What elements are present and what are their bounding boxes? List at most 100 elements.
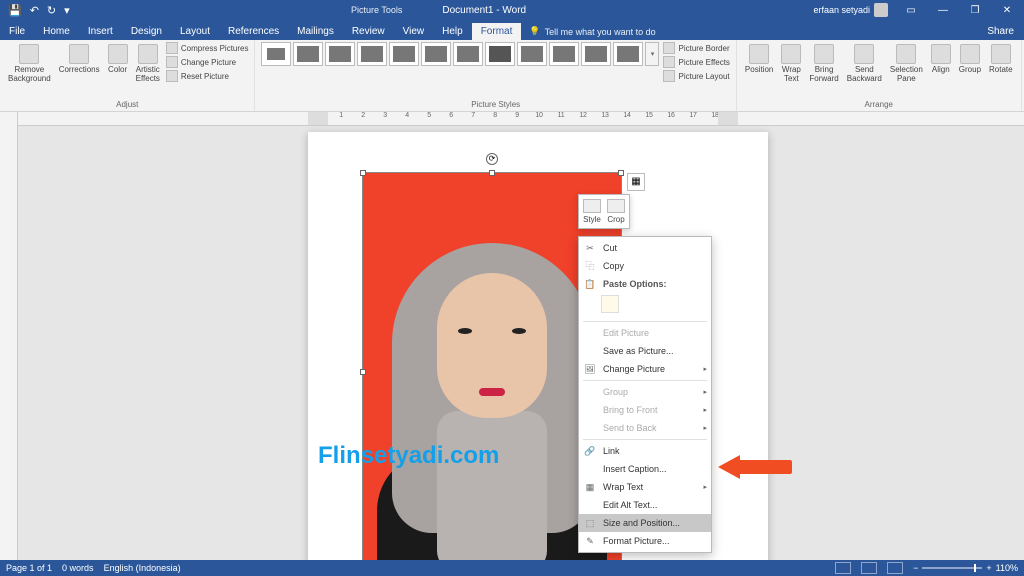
- contextual-tab-label: Picture Tools: [351, 5, 402, 15]
- style-thumb[interactable]: [517, 42, 547, 66]
- mini-crop-button[interactable]: Crop: [607, 199, 625, 224]
- group-arrange: Position Wrap Text Bring Forward Send Ba…: [737, 40, 1022, 111]
- style-thumb[interactable]: [613, 42, 643, 66]
- ribbon-tabs: File Home Insert Design Layout Reference…: [0, 20, 1024, 40]
- ribbon-options-icon[interactable]: ▭: [896, 0, 926, 20]
- zoom-in-icon[interactable]: +: [986, 563, 991, 573]
- status-words[interactable]: 0 words: [62, 563, 94, 573]
- color-button[interactable]: Color: [106, 42, 130, 77]
- tab-insert[interactable]: Insert: [79, 23, 122, 40]
- tab-help[interactable]: Help: [433, 23, 472, 40]
- format-icon: ✎: [583, 534, 597, 548]
- tab-file[interactable]: File: [0, 23, 34, 40]
- zoom-value[interactable]: 110%: [996, 563, 1018, 573]
- resize-handle[interactable]: [360, 369, 366, 375]
- size-icon: ⬚: [583, 516, 597, 530]
- position-button[interactable]: Position: [743, 42, 775, 77]
- status-page[interactable]: Page 1 of 1: [6, 563, 52, 573]
- zoom-slider[interactable]: [922, 567, 982, 569]
- group-adjust: Remove Background Corrections Color Arti…: [0, 40, 255, 111]
- account-label[interactable]: erfaan setyadi: [807, 3, 894, 17]
- ctx-change-picture[interactable]: 🖼Change Picture▸: [579, 360, 711, 378]
- ctx-size-and-position[interactable]: ⬚Size and Position...: [579, 514, 711, 532]
- picture-styles-gallery[interactable]: ▾: [261, 42, 659, 66]
- style-thumb[interactable]: [325, 42, 355, 66]
- workspace: 123456789101112131415161718 ⟳: [0, 112, 1024, 560]
- status-bar: Page 1 of 1 0 words English (Indonesia) …: [0, 560, 1024, 576]
- ctx-insert-caption[interactable]: Insert Caption...: [579, 460, 711, 478]
- view-read-mode[interactable]: [835, 562, 851, 574]
- copy-icon: ⿻: [583, 259, 597, 273]
- ctx-format-picture[interactable]: ✎Format Picture...: [579, 532, 711, 550]
- ctx-cut[interactable]: ✂Cut: [579, 239, 711, 257]
- style-thumb[interactable]: [453, 42, 483, 66]
- ctx-bring-to-front: Bring to Front▸: [579, 401, 711, 419]
- minimize-button[interactable]: —: [928, 0, 958, 20]
- picture-border-button[interactable]: Picture Border: [663, 42, 729, 54]
- remove-background-button[interactable]: Remove Background: [6, 42, 53, 86]
- rotate-button[interactable]: Rotate: [987, 42, 1015, 77]
- view-web-layout[interactable]: [887, 562, 903, 574]
- style-thumb[interactable]: [261, 42, 291, 66]
- maximize-button[interactable]: ❐: [960, 0, 990, 20]
- paste-icon: 📋: [583, 277, 597, 291]
- ctx-wrap-text[interactable]: ▦Wrap Text▸: [579, 478, 711, 496]
- resize-handle[interactable]: [618, 170, 624, 176]
- vertical-ruler: [0, 112, 18, 560]
- link-icon: 🔗: [583, 444, 597, 458]
- picture-effects-button[interactable]: Picture Effects: [663, 56, 729, 68]
- view-print-layout[interactable]: [861, 562, 877, 574]
- selection-pane-button[interactable]: Selection Pane: [888, 42, 925, 86]
- undo-icon[interactable]: ↶: [30, 4, 39, 17]
- corrections-button[interactable]: Corrections: [57, 42, 102, 77]
- cut-icon: ✂: [583, 241, 597, 255]
- tab-mailings[interactable]: Mailings: [288, 23, 343, 40]
- resize-handle[interactable]: [360, 170, 366, 176]
- mini-toolbar: Style Crop: [578, 194, 630, 229]
- style-thumb[interactable]: [293, 42, 323, 66]
- style-thumb[interactable]: [549, 42, 579, 66]
- resize-handle[interactable]: [489, 170, 495, 176]
- status-language[interactable]: English (Indonesia): [104, 563, 181, 573]
- tab-format[interactable]: Format: [472, 23, 522, 40]
- quick-access-toolbar: 💾 ↶ ↻ ▾: [0, 4, 70, 17]
- rotate-handle[interactable]: ⟳: [486, 153, 498, 165]
- align-button[interactable]: Align: [929, 42, 953, 77]
- save-icon[interactable]: 💾: [8, 4, 22, 17]
- tab-references[interactable]: References: [219, 23, 288, 40]
- tell-me-search[interactable]: 💡Tell me what you want to do: [521, 23, 663, 40]
- wrap-text-button[interactable]: Wrap Text: [779, 42, 803, 86]
- tab-design[interactable]: Design: [122, 23, 171, 40]
- layout-options-icon[interactable]: ▦: [627, 173, 645, 191]
- close-button[interactable]: ✕: [992, 0, 1022, 20]
- style-thumb[interactable]: [389, 42, 419, 66]
- style-thumb[interactable]: [357, 42, 387, 66]
- ctx-edit-alt-text[interactable]: Edit Alt Text...: [579, 496, 711, 514]
- redo-icon[interactable]: ↻: [47, 4, 56, 17]
- reset-picture-button[interactable]: Reset Picture: [166, 70, 249, 82]
- change-picture-button[interactable]: Change Picture: [166, 56, 249, 68]
- send-backward-button[interactable]: Send Backward: [845, 42, 884, 86]
- style-thumb[interactable]: [581, 42, 611, 66]
- ctx-link[interactable]: 🔗Link: [579, 442, 711, 460]
- picture-layout-button[interactable]: Picture Layout: [663, 70, 729, 82]
- mini-style-button[interactable]: Style: [583, 199, 601, 224]
- group-button[interactable]: Group: [957, 42, 983, 77]
- bring-forward-button[interactable]: Bring Forward: [807, 42, 840, 86]
- tab-view[interactable]: View: [394, 23, 434, 40]
- style-thumb[interactable]: [421, 42, 451, 66]
- zoom-control[interactable]: − + 110%: [913, 563, 1018, 573]
- zoom-out-icon[interactable]: −: [913, 563, 918, 573]
- tab-review[interactable]: Review: [343, 23, 394, 40]
- document-area[interactable]: 123456789101112131415161718 ⟳: [18, 112, 1024, 560]
- gallery-more-button[interactable]: ▾: [645, 42, 659, 66]
- tab-home[interactable]: Home: [34, 23, 79, 40]
- share-button[interactable]: Share: [977, 23, 1024, 40]
- tab-layout[interactable]: Layout: [171, 23, 219, 40]
- ctx-copy[interactable]: ⿻Copy: [579, 257, 711, 275]
- paste-option-button[interactable]: [601, 295, 619, 313]
- artistic-effects-button[interactable]: Artistic Effects: [134, 42, 162, 86]
- compress-pictures-button[interactable]: Compress Pictures: [166, 42, 249, 54]
- style-thumb[interactable]: [485, 42, 515, 66]
- ctx-save-as-picture[interactable]: Save as Picture...: [579, 342, 711, 360]
